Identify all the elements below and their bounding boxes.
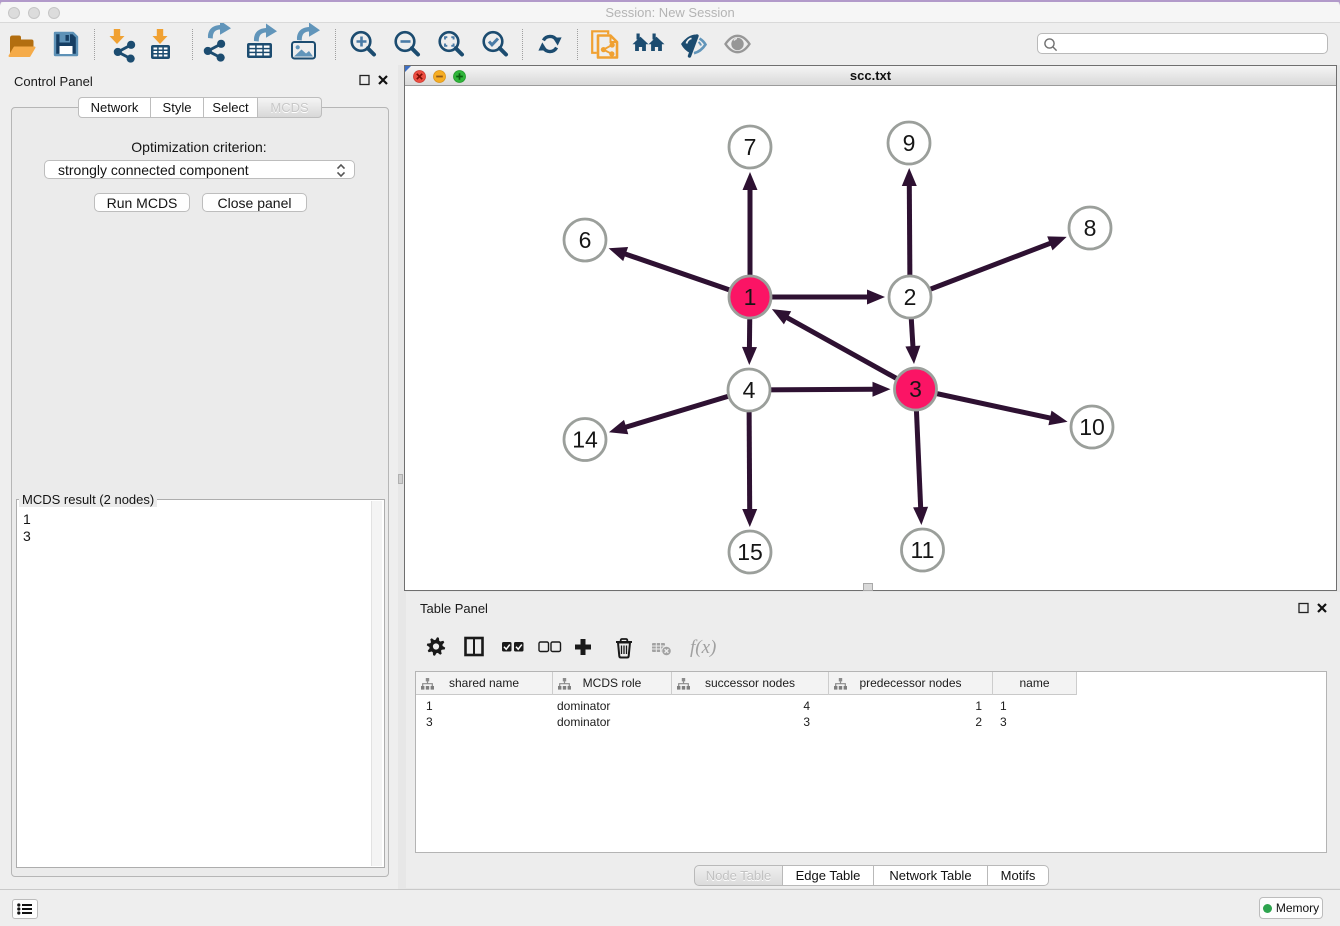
svg-text:7: 7 <box>744 134 757 160</box>
svg-text:10: 10 <box>1079 414 1105 440</box>
svg-text:8: 8 <box>1084 215 1097 241</box>
svg-text:1: 1 <box>744 284 757 310</box>
svg-text:4: 4 <box>743 377 756 403</box>
svg-text:3: 3 <box>909 376 922 402</box>
svg-text:f(x): f(x) <box>690 637 716 658</box>
svg-text:6: 6 <box>579 227 592 253</box>
svg-text:2: 2 <box>904 284 917 310</box>
svg-text:9: 9 <box>903 130 916 156</box>
svg-text:15: 15 <box>737 539 763 565</box>
svg-text:14: 14 <box>572 426 598 452</box>
svg-text:11: 11 <box>911 537 935 563</box>
